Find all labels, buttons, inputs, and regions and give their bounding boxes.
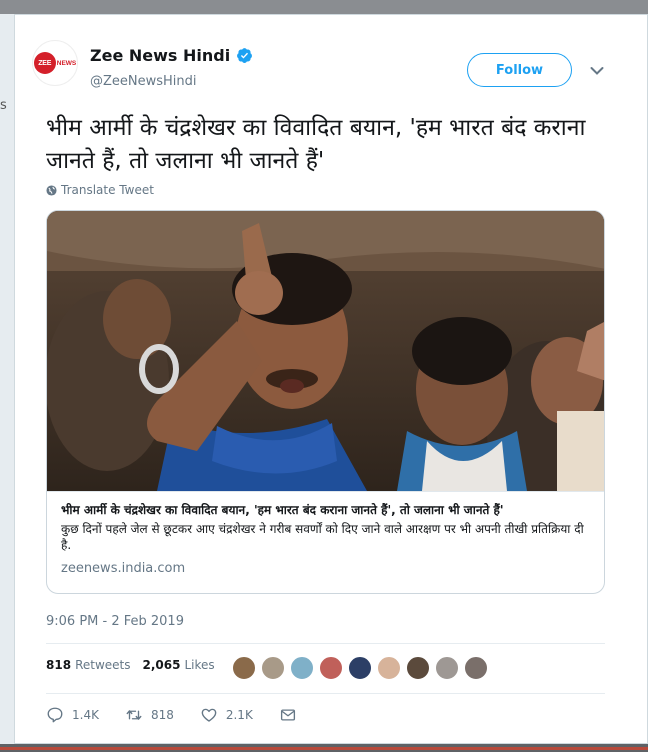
liker-avatar[interactable] bbox=[406, 656, 430, 680]
logo-news-text: NEWS bbox=[56, 59, 77, 67]
tweet-text: भीम आर्मी के चंद्रशेखर का विवादित बयान, … bbox=[46, 115, 586, 174]
liker-avatar[interactable] bbox=[232, 656, 256, 680]
liker-avatar[interactable] bbox=[261, 656, 285, 680]
like-button[interactable]: 2.1K bbox=[200, 706, 253, 724]
heart-icon bbox=[201, 708, 217, 722]
likes-stat[interactable]: 2,065 Likes bbox=[143, 658, 215, 672]
retweet-button[interactable]: 818 bbox=[125, 706, 174, 724]
window-top-strip bbox=[0, 0, 648, 14]
link-card-title: भीम आर्मी के चंद्रशेखर का विवादित बयान, … bbox=[61, 503, 504, 517]
globe-icon bbox=[46, 184, 57, 196]
link-card[interactable]: भीम आर्मी के चंद्रशेखर का विवादित बयान, … bbox=[46, 210, 605, 594]
zee-news-logo: ZEE NEWS bbox=[33, 52, 77, 74]
liker-avatar[interactable] bbox=[290, 656, 314, 680]
window-bottom-strip bbox=[0, 744, 648, 752]
engagement-stats: 818 Retweets 2,065 Likes bbox=[46, 658, 227, 672]
envelope-icon bbox=[280, 709, 295, 721]
liker-avatar[interactable] bbox=[435, 656, 459, 680]
chevron-down-icon[interactable] bbox=[590, 66, 604, 76]
avatar[interactable]: ZEE NEWS bbox=[32, 40, 78, 86]
translate-label: Translate Tweet bbox=[61, 183, 154, 197]
background-text-fragment: s bbox=[0, 98, 7, 113]
liker-avatar[interactable] bbox=[377, 656, 401, 680]
reply-button[interactable]: 1.4K bbox=[46, 706, 99, 724]
direct-message-button[interactable] bbox=[279, 706, 305, 724]
link-card-domain: zeenews.india.com bbox=[61, 561, 186, 576]
account-name[interactable]: Zee News Hindi bbox=[90, 46, 230, 65]
news-photo[interactable] bbox=[47, 211, 604, 491]
tweet-timestamp[interactable]: 9:06 PM - 2 Feb 2019 bbox=[46, 614, 184, 629]
liker-avatar[interactable] bbox=[319, 656, 343, 680]
retweet-count: 818 bbox=[150, 708, 174, 722]
likes-label: Likes bbox=[184, 658, 215, 672]
translate-tweet-link[interactable]: Translate Tweet bbox=[46, 183, 154, 197]
retweets-stat[interactable]: 818 Retweets bbox=[46, 658, 131, 672]
like-count: 2.1K bbox=[225, 708, 253, 722]
logo-zee-text: ZEE bbox=[33, 52, 56, 74]
link-card-meta: भीम आर्मी के चंद्रशेखर का विवादित बयान, … bbox=[47, 491, 604, 586]
protest-photo-illustration bbox=[47, 211, 604, 491]
liker-avatar[interactable] bbox=[348, 656, 372, 680]
link-card-description: कुछ दिनों पहले जेल से छूटकर आए चंद्रशेखर… bbox=[61, 522, 584, 552]
retweet-icon bbox=[126, 710, 142, 720]
tweet-actions: 1.4K 818 2.1K bbox=[46, 706, 331, 724]
liker-avatar[interactable] bbox=[464, 656, 488, 680]
account-name-row: Zee News Hindi bbox=[90, 46, 253, 65]
reply-icon bbox=[47, 707, 63, 723]
account-handle[interactable]: @ZeeNewsHindi bbox=[90, 74, 197, 89]
reply-count: 1.4K bbox=[72, 708, 99, 722]
divider bbox=[46, 693, 605, 694]
verified-badge-icon bbox=[237, 48, 253, 63]
retweets-label: Retweets bbox=[75, 658, 131, 672]
liker-avatars bbox=[232, 656, 493, 680]
background-page-edge: s bbox=[0, 14, 14, 752]
likes-count: 2,065 bbox=[142, 658, 181, 672]
follow-button[interactable]: Follow bbox=[467, 53, 572, 87]
retweets-count: 818 bbox=[46, 658, 72, 672]
divider bbox=[46, 643, 605, 644]
